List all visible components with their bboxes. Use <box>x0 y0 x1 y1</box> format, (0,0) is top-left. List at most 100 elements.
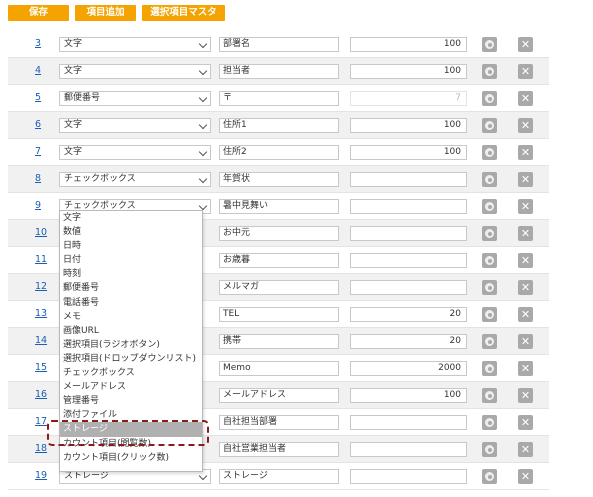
row-number-link[interactable]: 16 <box>35 389 47 400</box>
close-icon[interactable]: ✕ <box>518 361 533 376</box>
row-number-link[interactable]: 5 <box>35 92 41 103</box>
type-select[interactable]: チェックボックス <box>59 172 211 187</box>
row-number-link[interactable]: 4 <box>35 65 41 76</box>
dropdown-option[interactable]: 数値 <box>60 225 202 239</box>
gear-icon[interactable] <box>482 91 497 106</box>
length-input[interactable] <box>350 415 467 430</box>
dropdown-option[interactable]: 文字 <box>60 211 202 225</box>
length-input[interactable] <box>350 442 467 457</box>
gear-icon[interactable] <box>482 199 497 214</box>
add-item-button[interactable]: 項目追加 <box>75 5 136 21</box>
length-input[interactable] <box>350 469 467 484</box>
close-icon[interactable]: ✕ <box>518 415 533 430</box>
gear-icon[interactable] <box>482 145 497 160</box>
dropdown-option[interactable]: 電話番号 <box>60 296 202 310</box>
type-select[interactable]: 郵便番号 <box>59 91 211 106</box>
close-icon[interactable]: ✕ <box>518 307 533 322</box>
dropdown-option[interactable]: 郵便番号 <box>60 281 202 295</box>
length-input[interactable]: 2000 <box>350 361 467 376</box>
close-icon[interactable]: ✕ <box>518 388 533 403</box>
length-input[interactable]: 100 <box>350 118 467 133</box>
dropdown-option[interactable]: 選択項目(ドロップダウンリスト) <box>60 352 202 366</box>
field-name-input[interactable]: 部署名 <box>219 37 339 52</box>
gear-icon[interactable] <box>482 172 497 187</box>
field-name-input[interactable]: 自社営業担当者 <box>219 442 339 457</box>
length-input[interactable] <box>350 199 467 214</box>
field-name-input[interactable]: お歳暮 <box>219 253 339 268</box>
length-input[interactable] <box>350 280 467 295</box>
field-name-input[interactable]: 住所2 <box>219 145 339 160</box>
save-button[interactable]: 保存 <box>8 5 69 21</box>
field-name-input[interactable]: 暑中見舞い <box>219 199 339 214</box>
close-icon[interactable]: ✕ <box>518 469 533 484</box>
dropdown-option[interactable]: メモ <box>60 310 202 324</box>
close-icon[interactable]: ✕ <box>518 145 533 160</box>
length-input[interactable] <box>350 253 467 268</box>
type-select[interactable]: 文字 <box>59 64 211 79</box>
row-number-link[interactable]: 11 <box>35 254 47 265</box>
field-name-input[interactable]: お中元 <box>219 226 339 241</box>
field-name-input[interactable]: メールアドレス <box>219 388 339 403</box>
dropdown-option[interactable]: 画像URL <box>60 324 202 338</box>
length-input[interactable]: 100 <box>350 37 467 52</box>
close-icon[interactable]: ✕ <box>518 334 533 349</box>
field-name-input[interactable]: 担当者 <box>219 64 339 79</box>
close-icon[interactable]: ✕ <box>518 253 533 268</box>
gear-icon[interactable] <box>482 307 497 322</box>
length-input[interactable]: 100 <box>350 64 467 79</box>
row-number-link[interactable]: 8 <box>35 173 41 184</box>
field-name-input[interactable]: 携帯 <box>219 334 339 349</box>
field-name-input[interactable]: Memo <box>219 361 339 376</box>
row-number-link[interactable]: 6 <box>35 119 41 130</box>
field-name-input[interactable]: TEL <box>219 307 339 322</box>
gear-icon[interactable] <box>482 388 497 403</box>
field-name-input[interactable]: メルマガ <box>219 280 339 295</box>
length-input[interactable]: 100 <box>350 145 467 160</box>
dropdown-option[interactable]: チェックボックス <box>60 366 202 380</box>
type-select[interactable]: 文字 <box>59 118 211 133</box>
dropdown-option[interactable]: 日付 <box>60 253 202 267</box>
gear-icon[interactable] <box>482 64 497 79</box>
dropdown-option[interactable]: 時刻 <box>60 267 202 281</box>
gear-icon[interactable] <box>482 226 497 241</box>
gear-icon[interactable] <box>482 253 497 268</box>
row-number-link[interactable]: 10 <box>35 227 47 238</box>
field-name-input[interactable]: 〒 <box>219 91 339 106</box>
length-input[interactable]: 100 <box>350 388 467 403</box>
row-number-link[interactable]: 17 <box>35 416 47 427</box>
close-icon[interactable]: ✕ <box>518 226 533 241</box>
select-item-master-button[interactable]: 選択項目マスタ <box>142 5 225 21</box>
row-number-link[interactable]: 15 <box>35 362 47 373</box>
gear-icon[interactable] <box>482 118 497 133</box>
length-input[interactable] <box>350 172 467 187</box>
close-icon[interactable]: ✕ <box>518 91 533 106</box>
row-number-link[interactable]: 14 <box>35 335 47 346</box>
close-icon[interactable]: ✕ <box>518 64 533 79</box>
dropdown-option[interactable]: 選択項目(ラジオボタン) <box>60 338 202 352</box>
gear-icon[interactable] <box>482 469 497 484</box>
dropdown-option[interactable]: カウント項目(クリック数) <box>60 451 202 465</box>
field-name-input[interactable]: ストレージ <box>219 469 339 484</box>
close-icon[interactable]: ✕ <box>518 199 533 214</box>
field-name-input[interactable]: 年賀状 <box>219 172 339 187</box>
close-icon[interactable]: ✕ <box>518 172 533 187</box>
close-icon[interactable]: ✕ <box>518 37 533 52</box>
row-number-link[interactable]: 7 <box>35 146 41 157</box>
field-name-input[interactable]: 自社担当部署 <box>219 415 339 430</box>
gear-icon[interactable] <box>482 280 497 295</box>
gear-icon[interactable] <box>482 442 497 457</box>
dropdown-option[interactable]: 管理番号 <box>60 394 202 408</box>
row-number-link[interactable]: 9 <box>35 200 41 211</box>
dropdown-option[interactable]: 日時 <box>60 239 202 253</box>
dropdown-option[interactable]: メールアドレス <box>60 380 202 394</box>
close-icon[interactable]: ✕ <box>518 118 533 133</box>
row-number-link[interactable]: 3 <box>35 38 41 49</box>
gear-icon[interactable] <box>482 334 497 349</box>
type-select[interactable]: 文字 <box>59 145 211 160</box>
close-icon[interactable]: ✕ <box>518 442 533 457</box>
row-number-link[interactable]: 18 <box>35 443 47 454</box>
row-number-link[interactable]: 13 <box>35 308 47 319</box>
close-icon[interactable]: ✕ <box>518 280 533 295</box>
row-number-link[interactable]: 12 <box>35 281 47 292</box>
length-input[interactable]: 20 <box>350 334 467 349</box>
